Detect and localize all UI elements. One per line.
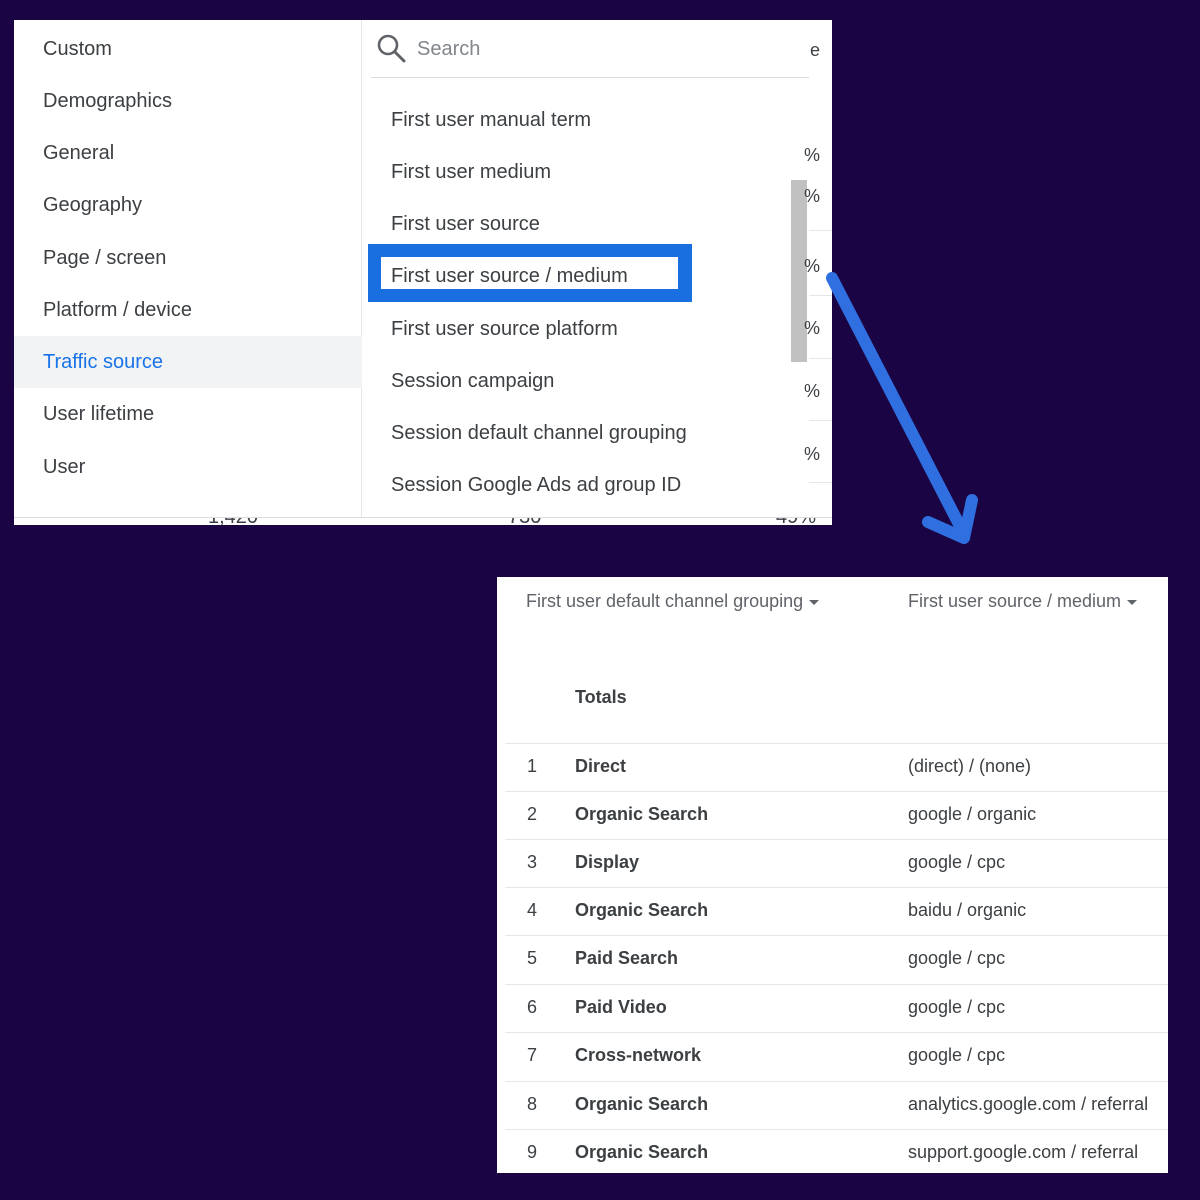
category-page-screen[interactable]: Page / screen [14, 232, 362, 284]
search-icon [377, 34, 406, 63]
category-custom[interactable]: Custom [14, 23, 362, 75]
option-first-user-manual-term[interactable]: First user manual term [363, 94, 793, 146]
channel-cell: Display [575, 852, 640, 872]
background-divider [809, 420, 832, 421]
category-geography[interactable]: Geography [14, 179, 362, 231]
source-medium-cell: analytics.google.com / referral [908, 1094, 1149, 1114]
option-first-user-medium[interactable]: First user medium [363, 146, 793, 198]
channel-cell: Cross-network [575, 1045, 702, 1065]
search-bar [371, 20, 809, 78]
row-number: 8 [527, 1094, 538, 1114]
search-input[interactable] [417, 32, 797, 66]
table-row[interactable]: 7 Cross-network google / cpc [505, 1032, 1168, 1080]
row-number: 7 [527, 1045, 538, 1065]
table-row[interactable]: 4 Organic Search baidu / organic [505, 887, 1168, 935]
table-row[interactable]: 6 Paid Video google / cpc [505, 984, 1168, 1032]
category-demographics[interactable]: Demographics [14, 75, 362, 127]
option-first-user-source-medium[interactable]: First user source / medium [363, 250, 793, 302]
row-number: 6 [527, 997, 538, 1017]
totals-label: Totals [575, 687, 627, 707]
background-fragment: % [803, 444, 820, 464]
table-row[interactable]: 5 Paid Search google / cpc [505, 935, 1168, 983]
row-number: 5 [527, 948, 538, 968]
background-fragment: % [803, 256, 820, 276]
source-medium-cell: google / organic [908, 804, 1037, 824]
source-medium-cell: google / cpc [908, 948, 1006, 968]
dimension-option-list: First user manual term First user medium… [363, 20, 809, 517]
channel-cell: Organic Search [575, 804, 709, 824]
dimension-picker: Custom Demographics General Geography Pa… [14, 20, 832, 525]
category-user[interactable]: User [14, 441, 362, 493]
category-traffic-source[interactable]: Traffic source [14, 336, 362, 388]
source-medium-cell: support.google.com / referral [908, 1142, 1139, 1162]
table-row[interactable]: 9 Organic Search support.google.com / re… [505, 1129, 1168, 1173]
row-number: 9 [527, 1142, 538, 1162]
background-divider [809, 358, 832, 359]
option-first-user-source[interactable]: First user source [363, 198, 793, 250]
row-number: 4 [527, 900, 538, 920]
caret-down-icon [1127, 599, 1138, 605]
background-divider [809, 230, 832, 231]
row-number: 3 [527, 852, 538, 872]
channel-cell: Direct [575, 756, 627, 776]
channel-cell: Organic Search [575, 1142, 709, 1162]
column-header-source-medium[interactable]: First user source / medium [908, 591, 1138, 612]
channel-cell: Paid Video [575, 997, 667, 1017]
background-fragment: % [803, 145, 820, 165]
table-row[interactable]: 8 Organic Search analytics.google.com / … [505, 1081, 1168, 1129]
background-table-row: 1,420 730 49% [14, 517, 832, 525]
option-session-google-ads-ad-group-id[interactable]: Session Google Ads ad group ID [363, 459, 793, 511]
table-row[interactable]: 1 Direct (direct) / (none) [505, 743, 1168, 791]
background-fragment: % [803, 318, 820, 338]
background-value: 730 [508, 518, 541, 525]
category-list: Custom Demographics General Geography Pa… [14, 20, 362, 517]
channel-cell: Organic Search [575, 1094, 709, 1114]
background-divider [809, 295, 832, 296]
column-header-label: First user default channel grouping [526, 591, 804, 611]
option-first-user-source-platform[interactable]: First user source platform [363, 303, 793, 355]
background-fragment: e [809, 40, 820, 60]
background-value: 1,420 [208, 518, 258, 525]
report-table: First user default channel grouping Firs… [497, 577, 1168, 1173]
source-medium-cell: google / cpc [908, 852, 1006, 872]
source-medium-cell: baidu / organic [908, 900, 1027, 920]
caret-down-icon [809, 599, 820, 605]
source-medium-cell: google / cpc [908, 1045, 1006, 1065]
option-session-default-channel-grouping[interactable]: Session default channel grouping [363, 407, 793, 459]
table-row[interactable]: 2 Organic Search google / organic [505, 791, 1168, 839]
row-number: 1 [527, 756, 538, 776]
background-value: 49% [776, 518, 816, 525]
column-header-label: First user source / medium [908, 591, 1122, 611]
category-platform-device[interactable]: Platform / device [14, 284, 362, 336]
background-divider [809, 482, 832, 483]
category-general[interactable]: General [14, 127, 362, 179]
background-table-edge: e % % % % % % [804, 20, 832, 525]
column-header-channel-grouping[interactable]: First user default channel grouping [526, 591, 820, 612]
row-number: 2 [527, 804, 538, 824]
table-row[interactable]: 3 Display google / cpc [505, 839, 1168, 887]
background-fragment: % [803, 186, 820, 206]
source-medium-cell: (direct) / (none) [908, 756, 1032, 776]
source-medium-cell: google / cpc [908, 997, 1006, 1017]
option-session-campaign[interactable]: Session campaign [363, 355, 793, 407]
category-user-lifetime[interactable]: User lifetime [14, 388, 362, 440]
background-fragment: % [803, 381, 820, 401]
channel-cell: Paid Search [575, 948, 679, 968]
channel-cell: Organic Search [575, 900, 709, 920]
